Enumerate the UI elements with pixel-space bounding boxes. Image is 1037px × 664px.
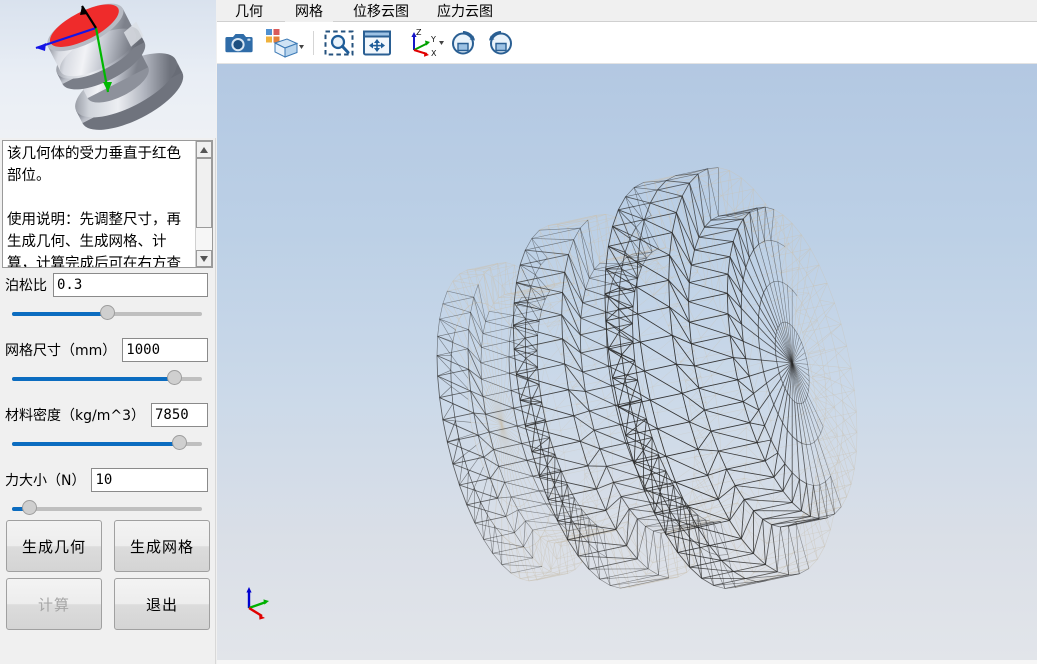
poisson-ratio-input[interactable]: 0.3: [53, 273, 208, 297]
slider-fill: [12, 377, 174, 381]
parameter-label: 力大小（N）: [5, 473, 86, 489]
tab-label: 网格: [295, 4, 323, 20]
parameter-row: 网格尺寸（mm） 1000: [0, 337, 216, 363]
slider-track: [12, 507, 202, 511]
material-density-input[interactable]: 7850: [151, 403, 208, 427]
description-text: 该几何体的受力垂直于红色部位。 使用说明：先调整尺寸，再生成几何、生成网格、计算…: [7, 146, 181, 268]
force-magnitude-input[interactable]: 10: [91, 468, 208, 492]
button-label: 退出: [145, 595, 178, 614]
force-magnitude-slider[interactable]: [0, 498, 216, 520]
application-window: 该几何体的受力垂直于红色部位。 使用说明：先调整尺寸，再生成几何、生成网格、计算…: [0, 0, 1037, 664]
parameter-row: 材料密度（kg/m^3） 7850: [0, 402, 216, 428]
left-control-panel: 该几何体的受力垂直于红色部位。 使用说明：先调整尺寸，再生成几何、生成网格、计算…: [0, 0, 216, 664]
tab-mesh[interactable]: 网格: [285, 0, 333, 22]
slider-thumb[interactable]: [100, 305, 115, 320]
button-label: 生成几何: [21, 537, 86, 556]
button-label: 生成网格: [129, 537, 194, 556]
generate-geometry-button[interactable]: 生成几何: [6, 520, 102, 572]
button-label: 计算: [37, 595, 70, 614]
parameter-label: 材料密度（kg/m^3）: [5, 408, 145, 424]
tab-label: 几何: [235, 4, 263, 20]
poisson-ratio-slider[interactable]: [0, 303, 216, 325]
parameter-row: 力大小（N） 10: [0, 467, 216, 493]
parameter-row: 泊松比 0.3: [0, 272, 216, 298]
material-density-slider[interactable]: [0, 433, 216, 455]
mesh-wireframe: [436, 167, 858, 589]
main-pane: 几何 网格 位移云图 应力云图 Z Y X: [217, 0, 1037, 664]
toolbar-separator: [313, 31, 314, 55]
fit-view-icon[interactable]: [359, 25, 395, 61]
geometry-preview-image: [0, 0, 216, 138]
exit-button[interactable]: 退出: [114, 578, 210, 630]
screenshot-icon[interactable]: [221, 25, 257, 61]
mesh-viewport[interactable]: [217, 64, 1037, 660]
mesh-size-slider[interactable]: [0, 368, 216, 390]
tab-displacement-contour[interactable]: 位移云图: [343, 0, 419, 22]
view-toolbar: Z Y X: [217, 22, 1037, 64]
tab-label: 应力云图: [437, 4, 493, 20]
parameter-group: 网格尺寸（mm） 1000: [0, 337, 216, 390]
viewport-axis-triad-icon: [235, 582, 275, 622]
slider-thumb[interactable]: [166, 370, 182, 385]
slider-fill: [12, 312, 107, 316]
scroll-up-arrow-icon[interactable]: [196, 141, 212, 158]
parameter-label: 泊松比: [5, 278, 47, 294]
view-cube-icon[interactable]: [263, 25, 307, 61]
svg-text:X: X: [431, 49, 437, 58]
tab-label: 位移云图: [353, 4, 409, 20]
parameter-label: 网格尺寸（mm）: [5, 343, 117, 359]
parameter-group: 泊松比 0.3: [0, 272, 216, 325]
scroll-down-arrow-icon[interactable]: [196, 250, 212, 267]
zoom-box-icon[interactable]: [321, 25, 357, 61]
slider-thumb[interactable]: [22, 500, 38, 515]
description-textbox[interactable]: 该几何体的受力垂直于红色部位。 使用说明：先调整尺寸，再生成几何、生成网格、计算…: [2, 140, 213, 268]
rotate-ccw-icon[interactable]: [483, 25, 519, 61]
parameter-group: 力大小（N） 10: [0, 467, 216, 520]
generate-mesh-button[interactable]: 生成网格: [114, 520, 210, 572]
slider-thumb[interactable]: [172, 435, 188, 450]
rotate-cw-icon[interactable]: [445, 25, 481, 61]
tab-bar: 几何 网格 位移云图 应力云图: [217, 0, 1037, 22]
parameter-group: 材料密度（kg/m^3） 7850: [0, 402, 216, 455]
tab-stress-contour[interactable]: 应力云图: [427, 0, 503, 22]
svg-text:Z: Z: [416, 28, 422, 37]
tab-geometry[interactable]: 几何: [225, 0, 273, 22]
scrollbar-thumb[interactable]: [196, 158, 212, 228]
calculate-button: 计算: [6, 578, 102, 630]
slider-fill: [12, 442, 180, 446]
svg-text:Y: Y: [430, 35, 436, 44]
description-scrollbar[interactable]: [195, 141, 212, 267]
mesh-size-input[interactable]: 1000: [122, 338, 208, 362]
